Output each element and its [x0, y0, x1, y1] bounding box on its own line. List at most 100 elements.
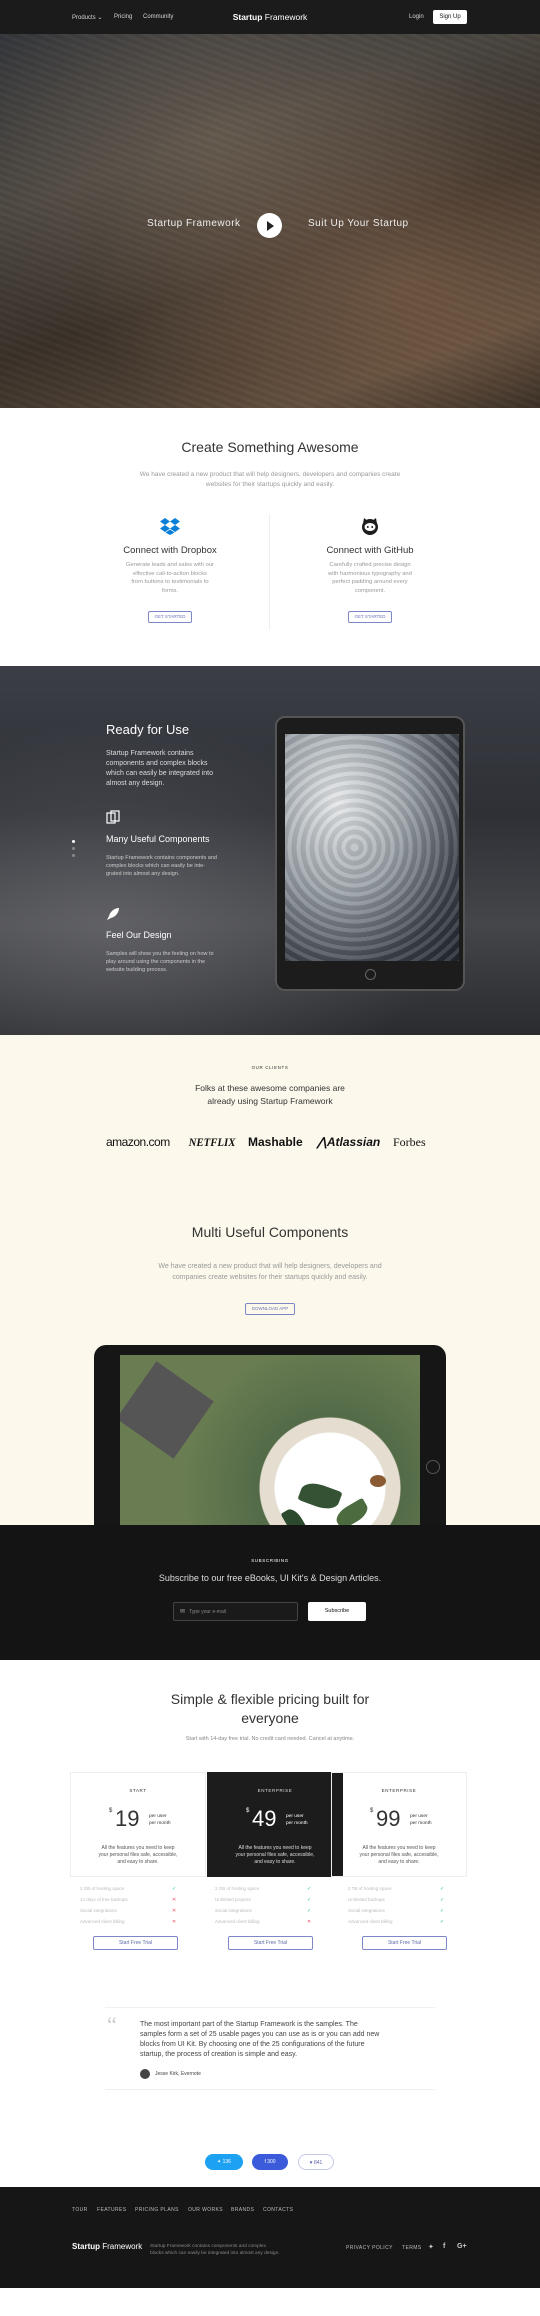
check-icon: ✓	[440, 1919, 445, 1925]
slider-dot[interactable]	[72, 847, 75, 850]
facebook-icon[interactable]: f	[443, 2243, 445, 2250]
netflix-logo: NETFLIX	[188, 1135, 236, 1149]
terms-link[interactable]: TERMS	[402, 2245, 422, 2251]
plan-currency: $	[370, 1808, 374, 1814]
footer-link-tour[interactable]: TOUR	[72, 2207, 88, 2213]
ready-title: Ready for Use	[106, 722, 190, 737]
ready-section: Ready for Use Startup Framework contains…	[0, 666, 540, 1035]
plan-price: 99	[376, 1806, 401, 1831]
tablet-mockup	[275, 716, 465, 991]
heart-icon: ♥	[309, 2160, 313, 2166]
facebook-share-button[interactable]: f 300	[252, 2154, 288, 2170]
start-trial-button-enterprise-plus[interactable]: Start Free Trial	[362, 1936, 447, 1950]
footer-link-brands[interactable]: BRANDS	[231, 2207, 254, 2213]
signup-button[interactable]: Sign Up	[433, 10, 467, 24]
email-field[interactable]: ✉ Type your e-mail	[173, 1602, 298, 1621]
home-button	[426, 1460, 440, 1474]
google-plus-icon[interactable]: G+	[457, 2243, 467, 2250]
hero-right-text: Suit Up Your Startup	[308, 218, 409, 229]
login-link[interactable]: Login	[409, 14, 424, 20]
email-placeholder: Type your e-mail	[189, 1609, 226, 1615]
plan-period: per user per month	[410, 1814, 432, 1826]
amazon-logo: amazon.com	[106, 1135, 170, 1149]
plan-description: All the features you need to keep your pe…	[98, 1845, 178, 1865]
pricing-subtitle: Start with 14-day free trial. No credit …	[185, 1736, 355, 1742]
start-trial-button-enterprise[interactable]: Start Free Trial	[228, 1936, 313, 1950]
plan-currency: $	[246, 1808, 250, 1814]
plan-card-start: START $ 19 per user per month All the fea…	[70, 1772, 206, 1877]
footer-link-pricing[interactable]: PRICING PLANS	[135, 2207, 179, 2213]
dropbox-card-title: Connect with Dropbox	[123, 545, 217, 556]
copy-icon	[106, 810, 120, 824]
cross-icon: ✕	[172, 1897, 177, 1903]
multi-title: Multi Useful Components	[191, 1224, 349, 1240]
slider-dot[interactable]	[72, 840, 75, 843]
plan-feature-item: Social integrations	[348, 1908, 385, 1913]
clients-title: Folks at these awesome companies are alre…	[195, 1083, 345, 1106]
cross-icon: ✕	[172, 1908, 177, 1914]
twitter-icon[interactable]: ✦	[428, 2243, 434, 2251]
plan-card-enterprise-plus: ENTERPRISE $ 99 per user per month All th…	[331, 1772, 467, 1877]
twitter-icon: ✦	[217, 2159, 222, 2165]
twitter-share-button[interactable]: ✦ 136	[205, 2154, 243, 2170]
check-icon: ✓	[307, 1886, 312, 1892]
plan-price: 19	[115, 1806, 140, 1831]
footer-link-contacts[interactable]: CONTACTS	[263, 2207, 293, 2213]
plan-feature-item: 14 days of free backups	[80, 1897, 128, 1902]
subscribe-button[interactable]: Subscribe	[308, 1602, 366, 1621]
download-app-button[interactable]: DOWNLOAD APP	[245, 1303, 295, 1315]
feature2-title: Feel Our Design	[106, 930, 172, 940]
clients-label: OUR CLIENTS	[251, 1065, 289, 1070]
check-icon: ✓	[440, 1897, 445, 1903]
dropbox-card-text: Generate leads and sales with our effecti…	[126, 562, 214, 594]
start-trial-button-start[interactable]: Start Free Trial	[93, 1936, 178, 1950]
subscribe-title: Subscribe to our free eBooks, UI Kit's &…	[158, 1573, 382, 1583]
mashable-logo: Mashable	[248, 1135, 303, 1149]
plan-feature-item: Advanced client billing	[348, 1919, 393, 1924]
tablet-landscape-mockup	[94, 1345, 446, 1525]
check-icon: ✓	[307, 1908, 312, 1914]
dropbox-get-started-button[interactable]: GET STARTED	[148, 611, 192, 623]
plan-name: ENTERPRISE	[381, 1788, 417, 1793]
plan-feature-item: 2 TB of hosting space	[348, 1886, 392, 1891]
food-bowl-image	[120, 1355, 420, 1525]
atlassian-mark-icon: ⋀	[317, 1135, 327, 1149]
github-get-started-button[interactable]: GET STARTED	[348, 611, 392, 623]
slider-dots	[72, 840, 75, 857]
check-icon: ✓	[440, 1908, 445, 1914]
check-icon: ✓	[440, 1886, 445, 1892]
stone-object	[120, 1361, 214, 1459]
privacy-policy-link[interactable]: PRIVACY POLICY	[346, 2245, 393, 2251]
create-title: Create Something Awesome	[181, 439, 359, 455]
cross-icon: ✕	[172, 1919, 177, 1925]
footer-brand[interactable]: Startup Framework	[72, 2242, 142, 2251]
feature2-text: Samples will show you the feeling on how…	[106, 951, 214, 973]
footer-link-features[interactable]: FEATURES	[97, 2207, 127, 2213]
plan-feature-item: 2 GB of hosting space	[215, 1886, 260, 1891]
plan-feature-item: Social integrations	[80, 1908, 117, 1913]
cross-icon: ✕	[307, 1919, 312, 1925]
like-button[interactable]: ♥ 841	[298, 2154, 334, 2170]
play-button[interactable]	[257, 213, 282, 238]
walnut	[370, 1475, 386, 1487]
dropbox-icon	[160, 518, 180, 535]
plan-name: ENTERPRISE	[257, 1788, 293, 1793]
divider	[105, 2089, 435, 2090]
github-card: Connect with GitHub Carefully crafted pr…	[285, 512, 455, 632]
clients-section: OUR CLIENTS Folks at these awesome compa…	[0, 1035, 540, 1525]
quote-icon: “	[107, 2012, 117, 2037]
ocean-wave-image	[285, 734, 459, 961]
subscribe-section: SUBSCRIBING Subscribe to our free eBooks…	[0, 1525, 540, 1660]
slider-dot[interactable]	[72, 854, 75, 857]
quote-author: Jesse Kirk, Evernote	[155, 2071, 201, 2077]
check-icon: ✓	[307, 1897, 312, 1903]
feature1-title: Many Useful Components	[106, 834, 210, 844]
multi-subtitle: We have created a new product that will …	[158, 1263, 382, 1281]
top-nav: Products ⌄ Pricing Community Startup Fra…	[0, 0, 540, 34]
pricing-title: Simple & flexible pricing built for every…	[170, 1691, 370, 1726]
plan-currency: $	[109, 1808, 113, 1814]
feature1-text: Startup Framework contains components an…	[106, 855, 217, 877]
plan-description: All the features you need to keep your pe…	[359, 1845, 439, 1865]
plan-name: START	[129, 1788, 147, 1793]
footer-link-works[interactable]: OUR WORKS	[188, 2207, 223, 2213]
